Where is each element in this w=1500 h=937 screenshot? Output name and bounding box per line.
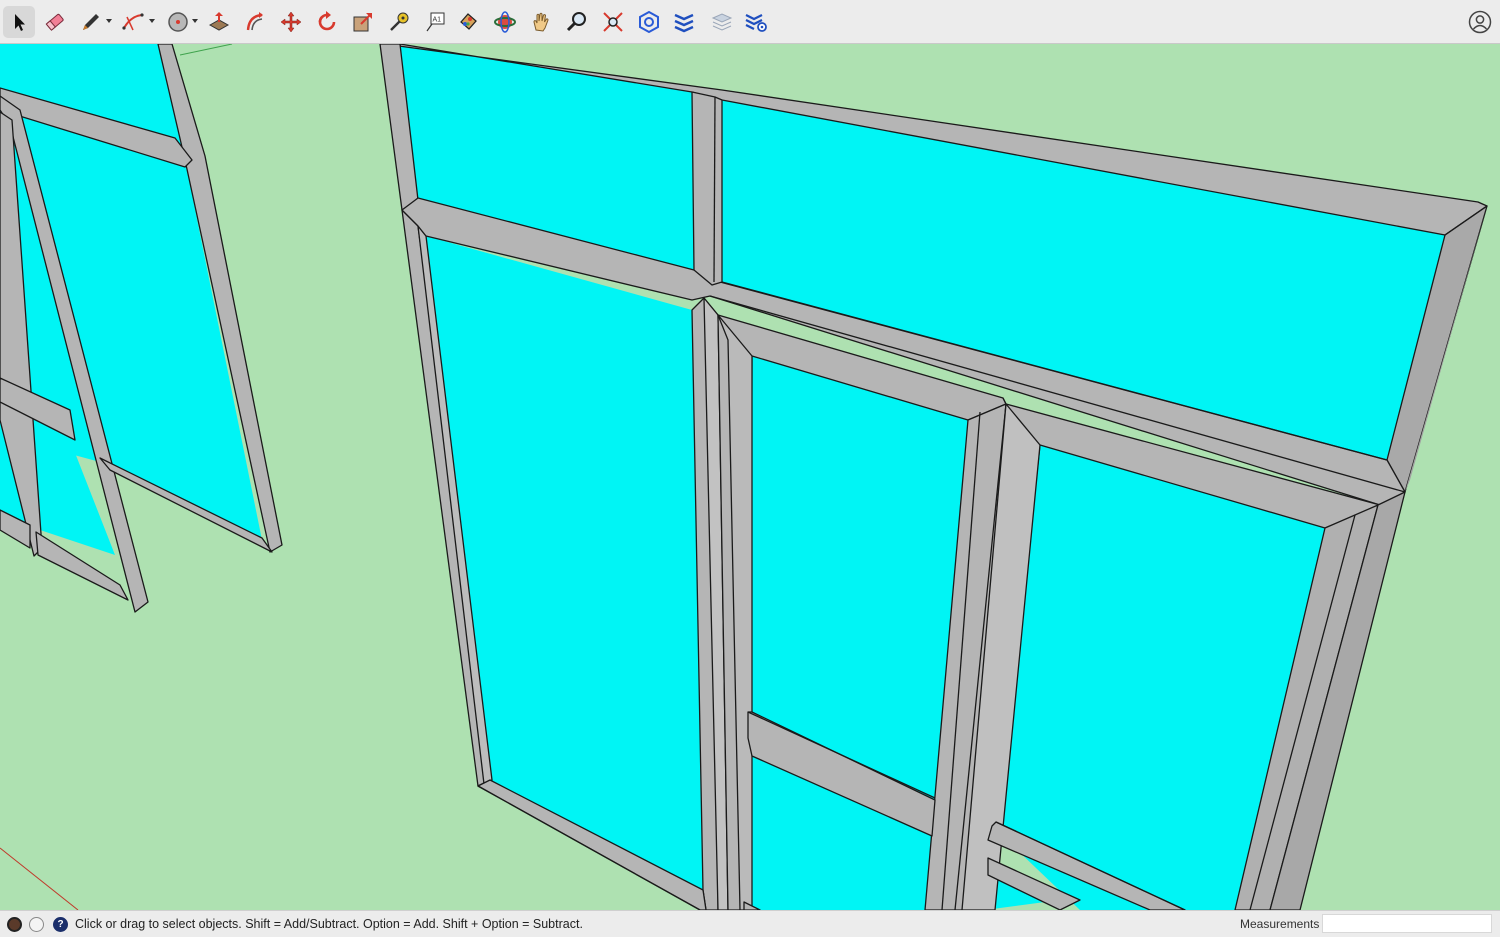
tape-measure-tool[interactable] — [383, 6, 415, 38]
text-label-icon: A1 — [426, 12, 445, 32]
line-dropdown-caret[interactable] — [106, 19, 112, 23]
measurements-input[interactable] — [1322, 914, 1492, 933]
offset-tool[interactable] — [239, 6, 271, 38]
account-icon[interactable] — [1468, 10, 1492, 34]
layout-tool[interactable] — [706, 6, 738, 38]
paint-bucket-icon — [460, 13, 477, 30]
text-tool[interactable]: A1 — [419, 6, 451, 38]
measurements-label: Measurements — [1240, 917, 1320, 931]
svg-text:A1: A1 — [433, 17, 442, 24]
select-tool[interactable] — [3, 6, 35, 38]
eraser-icon — [45, 13, 64, 31]
magnifier-icon — [566, 12, 586, 32]
layers-icon — [711, 13, 733, 31]
orbit-tool[interactable] — [489, 6, 521, 38]
tape-measure-icon — [390, 12, 409, 31]
3d-model-viewport[interactable] — [0, 44, 1500, 910]
move-arrows-icon — [280, 11, 302, 33]
zoom-extents-tool[interactable] — [597, 6, 629, 38]
status-message: Click or drag to select objects. Shift =… — [75, 917, 583, 931]
eraser-tool[interactable] — [39, 6, 71, 38]
warehouse-tool[interactable] — [633, 6, 665, 38]
line-tool[interactable] — [75, 6, 107, 38]
arrow-cursor-icon — [15, 14, 25, 31]
extension-manager-tool[interactable] — [740, 6, 772, 38]
zoom-tool[interactable] — [561, 6, 593, 38]
push-pull-icon — [208, 12, 230, 31]
shapes-dropdown-caret[interactable] — [192, 19, 198, 23]
help-icon[interactable]: ? — [53, 917, 68, 932]
credits-icon[interactable] — [29, 917, 44, 932]
orbit-icon — [494, 11, 516, 33]
push-pull-tool[interactable] — [203, 6, 235, 38]
arc-dropdown-caret[interactable] — [149, 19, 155, 23]
main-toolbar: A1 — [0, 0, 1500, 44]
extension-warehouse-icon — [674, 13, 694, 33]
status-bar: ? Click or drag to select objects. Shift… — [0, 910, 1500, 937]
rotate-icon — [318, 11, 336, 31]
rotate-tool[interactable] — [311, 6, 343, 38]
move-tool[interactable] — [275, 6, 307, 38]
3d-warehouse-icon — [639, 10, 659, 34]
scale-tool[interactable] — [347, 6, 379, 38]
arc-tool[interactable] — [117, 6, 149, 38]
model-scene — [0, 44, 1500, 910]
arc-icon — [122, 13, 144, 31]
zoom-extents-icon — [603, 12, 623, 32]
offset-icon — [246, 12, 263, 31]
pan-tool[interactable] — [525, 6, 557, 38]
extension-warehouse-tool[interactable] — [668, 6, 700, 38]
hand-icon — [533, 12, 549, 32]
geo-location-icon[interactable] — [7, 917, 22, 932]
paint-bucket-tool[interactable] — [452, 6, 484, 38]
pencil-icon — [83, 14, 99, 30]
extension-manager-icon — [745, 14, 767, 32]
shapes-tool[interactable] — [162, 6, 194, 38]
scale-icon — [353, 13, 372, 32]
circle-shape-icon — [168, 12, 188, 32]
